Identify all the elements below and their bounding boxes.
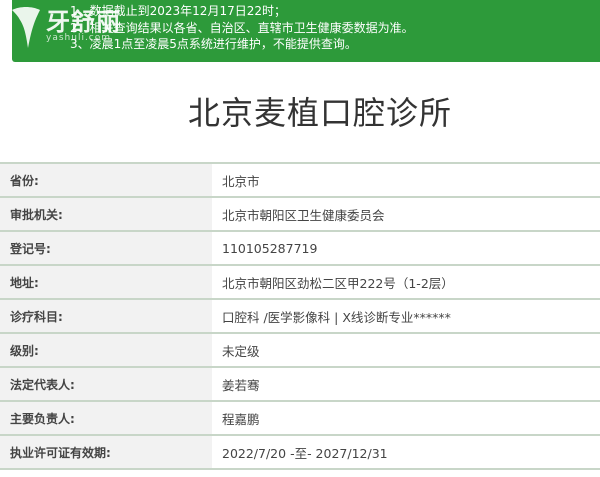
notice-line-2: 2、相关查询结果以各省、自治区、直辖市卫生健康委数据为准。 (70, 20, 414, 35)
page-title: 北京麦植口腔诊所 (187, 94, 452, 132)
field-value: 110105287719 (212, 232, 600, 264)
table-row: 地址: 北京市朝阳区劲松二区甲222号（1-2层） (0, 266, 600, 300)
field-value: 姜若骞 (212, 368, 600, 400)
table-row: 审批机关: 北京市朝阳区卫生健康委员会 (0, 198, 600, 232)
table-row: 诊疗科目: 口腔科 /医学影像科 | X线诊断专业****** (0, 300, 600, 334)
field-label: 主要负责人: (0, 402, 212, 434)
field-value: 未定级 (212, 334, 600, 366)
watermark-text: 牙舒丽 (46, 7, 121, 36)
field-value: 北京市朝阳区卫生健康委员会 (212, 198, 600, 230)
table-row: 法定代表人: 姜若骞 (0, 368, 600, 402)
field-label: 级别: (0, 334, 212, 366)
info-table: 省份: 北京市 审批机关: 北京市朝阳区卫生健康委员会 登记号: 1101052… (0, 162, 600, 470)
field-value: 2022/7/20 -至- 2027/12/31 (212, 436, 600, 468)
field-value: 口腔科 /医学影像科 | X线诊断专业****** (212, 300, 600, 332)
field-value: 程嘉鹏 (212, 402, 600, 434)
field-label: 审批机关: (0, 198, 212, 230)
field-label: 登记号: (0, 232, 212, 264)
tooth-logo-icon (12, 7, 40, 48)
table-row: 级别: 未定级 (0, 334, 600, 368)
field-label: 法定代表人: (0, 368, 212, 400)
table-row: 省份: 北京市 (0, 164, 600, 198)
table-row: 登记号: 110105287719 (0, 232, 600, 266)
watermark-url: yashuli.com (46, 33, 112, 43)
field-label: 诊疗科目: (0, 300, 212, 332)
table-row: 主要负责人: 程嘉鹏 (0, 402, 600, 436)
field-value: 北京市 (212, 164, 600, 196)
field-label: 地址: (0, 266, 212, 298)
field-value: 北京市朝阳区劲松二区甲222号（1-2层） (212, 266, 600, 298)
notice-line-3: 3、凌晨1点至凌晨5点系统进行维护，不能提供查询。 (70, 37, 357, 51)
field-label: 执业许可证有效期: (0, 436, 212, 468)
notice-line-1: 1、数据截止到2023年12月17日22时； (70, 4, 286, 18)
watermark: 牙舒丽 yashuli.com (0, 0, 140, 62)
field-label: 省份: (0, 164, 212, 196)
table-row: 执业许可证有效期: 2022/7/20 -至- 2027/12/31 (0, 436, 600, 470)
